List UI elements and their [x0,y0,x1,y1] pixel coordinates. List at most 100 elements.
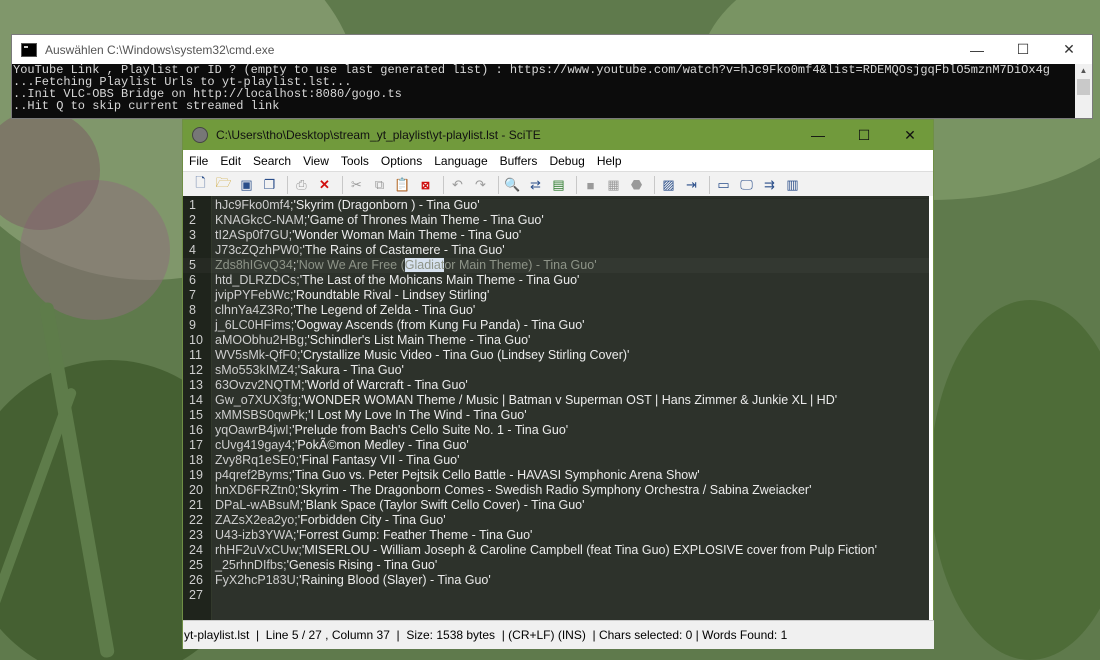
line-text: Zds8hIGvQ34;'Now We Are Free (Gladiator … [215,258,597,273]
video-id: j_6LC0HFims [215,318,291,332]
scite-close-button[interactable]: ✕ [887,121,933,150]
stop-icon[interactable]: ⬣ [627,176,646,194]
cut-icon[interactable]: ✂ [347,176,366,194]
copy-icon[interactable]: ⧉ [370,176,389,194]
line-number: 22 [189,513,203,527]
scite-maximize-button[interactable]: ☐ [841,121,887,150]
line-text: p4qref2Byms;'Tina Guo vs. Peter Pejtsik … [215,468,700,483]
find-icon[interactable]: 🔍 [503,176,522,194]
line-number: 26 [189,573,203,587]
replace-icon[interactable]: ⇄ [526,176,545,194]
line-text: aMOObhu2HBg;'Schindler's List Main Theme… [215,333,530,348]
scite-window[interactable]: C:\Users\tho\Desktop\stream_yt_playlist\… [183,120,934,649]
menu-search[interactable]: Search [247,154,297,168]
video-id: xMMSBS0qwPk [215,408,305,422]
line-text: xMMSBS0qwPk;'I Lost My Love In The Wind … [215,408,527,423]
video-id: DPaL-wABsuM [215,498,300,512]
cmd-maximize-button[interactable]: ☐ [1000,35,1046,64]
chart-icon[interactable]: ▨ [659,176,678,194]
line-number: 23 [189,528,203,542]
line-number: 2 [189,213,196,227]
scite-titlebar[interactable]: C:\Users\tho\Desktop\stream_yt_playlist\… [183,120,933,150]
tabs-icon[interactable]: ⇥ [682,176,701,194]
editor-line: 6 htd_DLRZDCs;'The Last of the Mohicans M… [183,273,929,288]
new-file-icon[interactable]: 🗋 [191,175,210,194]
video-title: 'Roundtable Rival - Lindsey Stirling' [293,288,490,302]
menu-debug[interactable]: Debug [543,154,590,168]
menu-view[interactable]: View [297,154,335,168]
menu-help[interactable]: Help [591,154,628,168]
video-id: WV5sMk-QfF0 [215,348,297,362]
line-text: cUvg419gay4;'PokÃ©mon Medley - Tina Guo' [215,438,469,453]
open-folder-icon[interactable]: 🗁 [214,175,233,194]
scroll-up-arrow-icon[interactable]: ▲ [1075,64,1092,78]
video-title: 'Prelude from Bach's Cello Suite No. 1 -… [292,423,569,437]
menu-language[interactable]: Language [428,154,493,168]
cmd-console-output[interactable]: YouTube Link , Playlist or ID ? (empty t… [12,64,1092,118]
line-text: sMo553kIMZ4;'Sakura - Tina Guo' [215,363,404,378]
menu-buffers[interactable]: Buffers [494,154,544,168]
toolbar-divider [709,176,710,194]
video-title: 'Game of Thrones Main Theme - Tina Guo' [307,213,544,227]
cmd-minimize-button[interactable]: — [954,35,1000,64]
line-text: 63Ovzv2NQTM;'World of Warcraft - Tina Gu… [215,378,468,393]
video-id: rhHF2uVxCUw [215,543,299,557]
line-text: hJc9Fko0mf4;'Skyrim (Dragonborn ) - Tina… [215,198,480,213]
save-icon[interactable]: ▣ [237,176,256,194]
redo-icon[interactable]: ↷ [471,176,490,194]
scroll-thumb[interactable] [1077,79,1090,95]
line-number: 6 [189,273,196,287]
compile-icon[interactable]: ■ [581,176,600,194]
video-title: 'Raining Blood (Slayer) - Tina Guo' [299,573,491,587]
line-number: 4 [189,243,196,257]
menu-file[interactable]: File [183,154,214,168]
menu-options[interactable]: Options [375,154,428,168]
video-id: yqOawrB4jwI [215,423,289,437]
editor-line: 19 p4qref2Byms;'Tina Guo vs. Peter Pejtsi… [183,468,929,483]
editor-scrollbar[interactable] [929,196,933,620]
video-id: sMo553kIMZ4 [215,363,295,377]
video-title: 'Genesis Rising - Tina Guo' [286,558,438,572]
scite-minimize-button[interactable]: — [795,121,841,150]
find-in-files-icon[interactable]: ▤ [549,176,568,194]
delete-icon[interactable]: ⊠ [416,176,435,194]
video-title: 'PokÃ©mon Medley - Tina Guo' [294,438,469,452]
video-id: _25rhnDIfbs [215,558,284,572]
save-all-icon[interactable]: ❐ [260,176,279,194]
line-number: 8 [189,303,196,317]
video-title: 'Now We Are Free ( [296,258,405,272]
line-text: yqOawrB4jwI;'Prelude from Bach's Cello S… [215,423,568,438]
indent-icon[interactable]: ⇉ [760,176,779,194]
video-title: 'World of Warcraft - Tina Guo' [304,378,468,392]
video-title: 'Crystallize Music Video - Tina Guo (Lin… [300,348,630,362]
paste-icon[interactable]: 📋 [393,176,412,194]
menu-edit[interactable]: Edit [214,154,247,168]
line-text: jvipPYFebWc;'Roundtable Rival - Lindsey … [215,288,489,303]
close-file-icon[interactable]: ✕ [315,176,334,194]
video-id: p4qref2Byms [215,468,289,482]
build-icon[interactable]: ▦ [604,176,623,194]
line-text: clhnYa4Z3Ro;'The Legend of Zelda - Tina … [215,303,475,318]
line-number: 16 [189,423,203,437]
undo-icon[interactable]: ↶ [448,176,467,194]
line-number: 21 [189,498,203,512]
cmd-scrollbar[interactable]: ▲ [1075,64,1092,118]
cmd-close-button[interactable]: ✕ [1046,35,1092,64]
text-editor[interactable]: 1 hJc9Fko0mf4;'Skyrim (Dragonborn ) - Tin… [183,196,933,620]
video-id: clhnYa4Z3Ro [215,303,290,317]
cmd-window[interactable]: Auswählen C:\Windows\system32\cmd.exe — … [12,35,1092,118]
window-icon[interactable]: ▭ [714,176,733,194]
line-text: WV5sMk-QfF0;'Crystallize Music Video - T… [215,348,629,363]
print-icon[interactable]: ⎙ [292,176,311,194]
line-number: 5 [189,258,196,272]
video-title: 'I Lost My Love In The Wind - Tina Guo' [308,408,527,422]
scite-window-title: C:\Users\tho\Desktop\stream_yt_playlist\… [216,128,541,142]
toolbar-divider [498,176,499,194]
panel-icon[interactable]: ▥ [783,176,802,194]
menu-tools[interactable]: Tools [335,154,375,168]
video-title: 'WONDER WOMAN Theme / Music | Batman v S… [301,393,838,407]
video-id: hJc9Fko0mf4 [215,198,291,212]
video-id: ZAZsX2ea2yo [215,513,295,527]
cmd-titlebar[interactable]: Auswählen C:\Windows\system32\cmd.exe — … [12,35,1092,64]
monitor-icon[interactable]: 🖵 [737,176,756,194]
